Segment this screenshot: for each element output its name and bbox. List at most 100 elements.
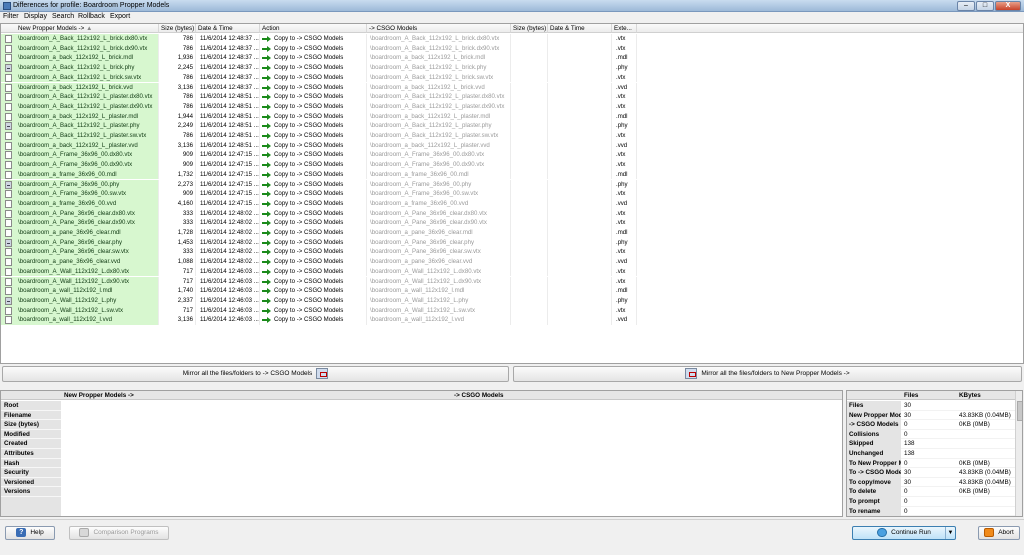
- file-icon: [5, 267, 12, 276]
- physics-file-icon: [5, 64, 12, 73]
- close-button[interactable]: X: [995, 1, 1021, 11]
- column-header-size[interactable]: Size (bytes): [159, 24, 196, 33]
- copy-right-arrow-icon: [262, 268, 272, 275]
- abort-button[interactable]: Abort: [978, 526, 1020, 540]
- table-row[interactable]: \boardroom_A_Pane_36x96_clear.phy 1,453 11…: [1, 237, 1023, 248]
- table-row[interactable]: \boardroom_A_Back_112x192_L_plaster.dx90…: [1, 101, 1023, 112]
- file-name-cell: \boardroom_a_back_112x192_L_plaster.vvd: [1, 140, 159, 151]
- copy-right-arrow-icon: [262, 45, 272, 52]
- menu-export[interactable]: Export: [110, 13, 130, 20]
- extension-cell-text: .vvd: [616, 83, 628, 91]
- action-cell: Copy to -> CSGO Models: [260, 82, 367, 93]
- target-name-cell: \boardroom_A_Wall_112x192_L.phy: [367, 295, 511, 306]
- file-date-cell-text: 11/6/2014 12:48:37 ...: [200, 35, 259, 42]
- mirror-to-new-propper-button[interactable]: Mirror all the files/folders to New Prop…: [513, 366, 1022, 382]
- table-row[interactable]: \boardroom_A_Frame_36x96_00.dx90.vtx 909 1…: [1, 160, 1023, 170]
- target-name-cell: \boardroom_A_Back_112x192_L_plaster.dx80…: [367, 92, 511, 102]
- copy-right-arrow-icon: [262, 142, 272, 149]
- action-cell: Copy to -> CSGO Models: [260, 72, 367, 83]
- detail-right-header: -> CSGO Models: [451, 391, 842, 400]
- copy-right-arrow-icon: [262, 103, 272, 110]
- stats-label: To -> CSGO Model: [847, 468, 901, 478]
- table-row[interactable]: \boardroom_A_Wall_112x192_L.dx90.vtx 717 1…: [1, 276, 1023, 287]
- table-row[interactable]: \boardroom_a_pane_36x96_clear.mdl 1,728 11…: [1, 228, 1023, 238]
- table-row[interactable]: \boardroom_A_Back_112x192_L_plaster.dx80…: [1, 92, 1023, 102]
- menu-search[interactable]: Search: [52, 13, 74, 20]
- table-row[interactable]: \boardroom_A_Pane_36x96_clear.dx90.vtx 33…: [1, 218, 1023, 228]
- table-row[interactable]: \boardroom_A_Back_112x192_L_brick.sw.vtx…: [1, 72, 1023, 83]
- target-size-cell: [511, 101, 548, 112]
- run-dropdown-arrow[interactable]: ▼: [945, 527, 955, 539]
- table-row[interactable]: \boardroom_A_Back_112x192_L_plaster.phy 2…: [1, 121, 1023, 131]
- menu-rollback[interactable]: Rollback: [78, 13, 105, 20]
- file-icon: [5, 73, 12, 82]
- table-row[interactable]: \boardroom_a_back_112x192_L_plaster.mdl 1…: [1, 111, 1023, 122]
- target-date-cell: [548, 257, 612, 267]
- column-header-extension[interactable]: Exte...: [612, 24, 637, 33]
- file-icon: [5, 190, 12, 199]
- comparison-programs-button[interactable]: Comparison Programs: [69, 526, 169, 540]
- target-size-cell: [511, 140, 548, 151]
- help-button[interactable]: ? Help: [5, 526, 55, 540]
- table-row[interactable]: \boardroom_a_frame_36x96_00.mdl 1,732 11/6…: [1, 169, 1023, 180]
- column-header-date[interactable]: Date & Time: [196, 24, 260, 33]
- file-name-cell: \boardroom_a_pane_36x96_clear.vvd: [1, 257, 159, 267]
- extension-cell-text: .mdl: [616, 287, 628, 295]
- file-size-cell: 1,728: [159, 228, 196, 238]
- mirror-to-csgo-button[interactable]: Mirror all the files/folders to -> CSGO …: [2, 366, 509, 382]
- table-row[interactable]: \boardroom_A_Pane_36x96_clear.sw.vtx 333 1…: [1, 247, 1023, 258]
- sort-ascending-icon: ▲: [86, 25, 93, 32]
- maximize-button[interactable]: □: [976, 1, 994, 11]
- menu-filter[interactable]: Filter: [3, 13, 19, 20]
- file-name-cell-text: \boardroom_A_Wall_112x192_L.sw.vtx: [18, 306, 124, 314]
- file-date-cell: 11/6/2014 12:48:51 ...: [196, 101, 260, 112]
- table-row[interactable]: \boardroom_a_back_112x192_L_plaster.vvd 3…: [1, 140, 1023, 151]
- table-row[interactable]: \boardroom_A_Frame_36x96_00.sw.vtx 909 11/…: [1, 189, 1023, 199]
- action-cell: Copy to -> CSGO Models: [260, 63, 367, 73]
- column-header-target-name[interactable]: -> CSGO Models: [367, 24, 511, 33]
- column-header-action[interactable]: Action: [260, 24, 367, 33]
- stats-files-value: 30: [904, 478, 912, 486]
- stats-row: To prompt 0: [847, 497, 1015, 507]
- table-row[interactable]: \boardroom_a_back_112x192_L_brick.mdl 1,9…: [1, 53, 1023, 64]
- minimize-button[interactable]: –: [957, 1, 975, 11]
- table-row[interactable]: \boardroom_A_Wall_112x192_L.sw.vtx 717 11/…: [1, 305, 1023, 316]
- table-row[interactable]: \boardroom_a_back_112x192_L_brick.vvd 3,1…: [1, 82, 1023, 93]
- table-row[interactable]: \boardroom_a_frame_36x96_00.vvd 4,160 11/6…: [1, 198, 1023, 209]
- target-size-cell: [511, 179, 548, 190]
- table-row[interactable]: \boardroom_a_wall_112x192_l.vvd 3,136 11/6…: [1, 315, 1023, 325]
- extension-cell-text: .vtx: [616, 248, 626, 256]
- action-cell-text: Copy to -> CSGO Models: [274, 277, 344, 285]
- table-row[interactable]: \boardroom_A_Frame_36x96_00.dx80.vtx 909 1…: [1, 150, 1023, 161]
- action-cell-text: Copy to -> CSGO Models: [274, 141, 344, 149]
- column-header-target-size[interactable]: Size (bytes): [511, 24, 548, 33]
- table-row[interactable]: \boardroom_A_Back_112x192_L_brick.dx90.v…: [1, 43, 1023, 54]
- table-row[interactable]: \boardroom_a_pane_36x96_clear.vvd 1,088 11…: [1, 257, 1023, 267]
- table-row[interactable]: \boardroom_A_Back_112x192_L_brick.dx80.v…: [1, 34, 1023, 44]
- target-name-cell: \boardroom_a_frame_36x96_00.vvd: [367, 198, 511, 209]
- extension-cell-text: .vvd: [616, 258, 628, 266]
- file-size-cell-text: 909: [182, 151, 193, 159]
- table-row[interactable]: \boardroom_A_Back_112x192_L_brick.phy 2,2…: [1, 63, 1023, 73]
- table-row[interactable]: \boardroom_a_wall_112x192_l.mdl 1,740 11/6…: [1, 286, 1023, 296]
- stats-scrollbar[interactable]: [1015, 391, 1022, 516]
- table-row[interactable]: \boardroom_A_Pane_36x96_clear.dx80.vtx 33…: [1, 208, 1023, 219]
- column-header-target-date[interactable]: Date & Time: [548, 24, 612, 33]
- table-row[interactable]: \boardroom_A_Wall_112x192_L.phy 2,337 11/6…: [1, 295, 1023, 306]
- file-name-cell-text: \boardroom_a_wall_112x192_l.vvd: [18, 316, 113, 324]
- stats-scrollbar-thumb[interactable]: [1017, 401, 1022, 421]
- continue-run-button[interactable]: Continue Run ▼: [852, 526, 956, 540]
- table-row[interactable]: \boardroom_A_Back_112x192_L_plaster.sw.v…: [1, 131, 1023, 141]
- table-row[interactable]: \boardroom_A_Frame_36x96_00.phy 2,273 11/6…: [1, 179, 1023, 190]
- copy-right-arrow-icon: [262, 94, 272, 101]
- extension-cell: .phy: [612, 121, 637, 131]
- copy-right-arrow-icon: [262, 249, 272, 256]
- action-cell: Copy to -> CSGO Models: [260, 43, 367, 54]
- table-row[interactable]: \boardroom_A_Wall_112x192_L.dx80.vtx 717 1…: [1, 266, 1023, 277]
- extension-cell-text: .phy: [616, 238, 628, 246]
- bottom-bar: ? Help Comparison Programs Continue Run ▼ …: [0, 519, 1024, 555]
- column-header-name[interactable]: New Propper Models -> ▲: [1, 24, 159, 33]
- menu-display[interactable]: Display: [24, 13, 47, 20]
- target-date-cell: [548, 160, 612, 170]
- extension-cell: .vtx: [612, 101, 637, 112]
